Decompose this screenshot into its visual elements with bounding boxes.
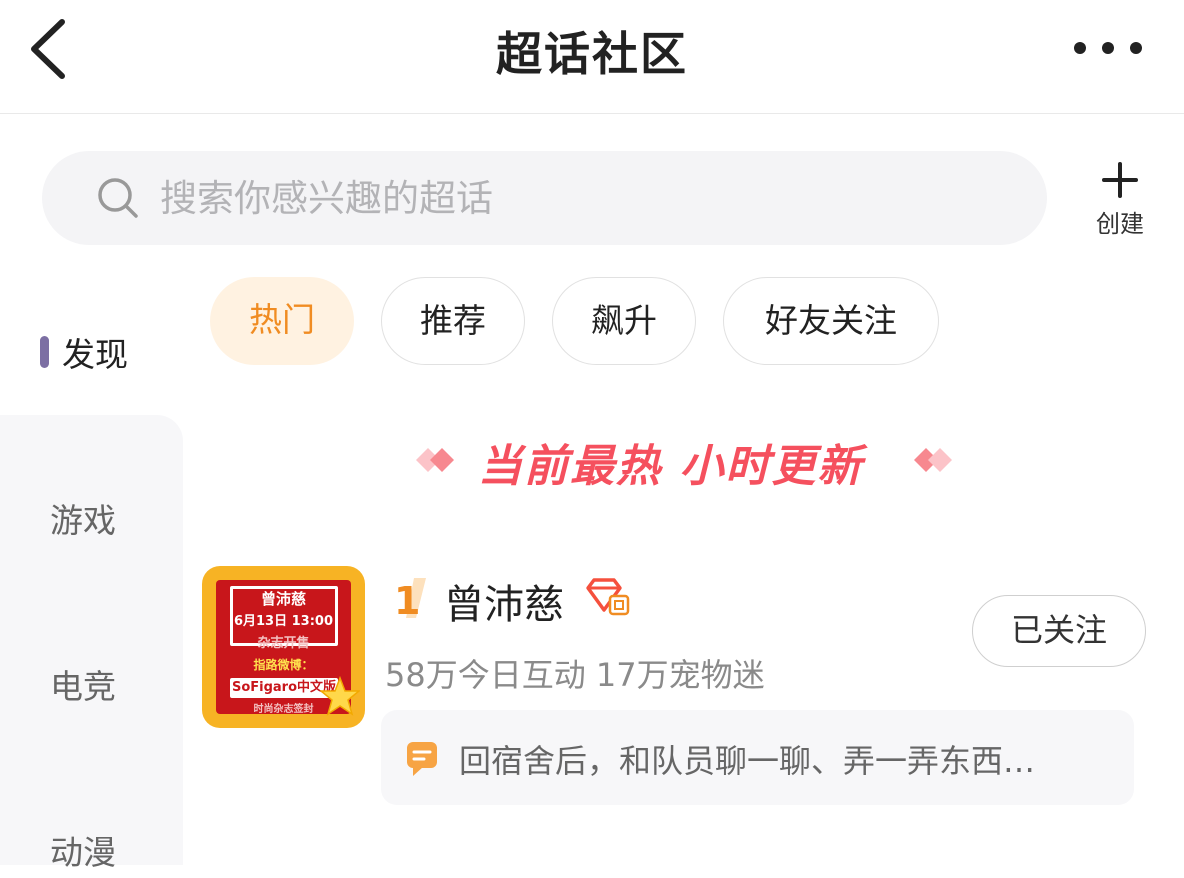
sidebar-item-label: 电竞 — [50, 667, 116, 706]
tab-recommended[interactable]: 推荐 — [381, 277, 525, 365]
post-preview-text: 回宿舍后，和队员聊一聊、弄一弄东西… — [459, 742, 1036, 780]
category-sidebar: 发现 游戏 电竞 动漫 — [0, 250, 183, 872]
ranking-banner: 当前最热 小时更新 — [410, 430, 970, 500]
thumbnail-text: 杂志开售 — [257, 636, 310, 651]
topic-name[interactable]: 曾沛慈 — [444, 572, 564, 630]
search-input[interactable] — [160, 168, 1020, 228]
sidebar-item-discover[interactable]: 发现 — [0, 320, 183, 380]
plus-icon — [1102, 162, 1138, 198]
tab-rising[interactable]: 飙升 — [552, 277, 696, 365]
active-indicator — [40, 336, 49, 368]
rank-number: 1 — [394, 579, 420, 620]
sidebar-item-anime[interactable]: 动漫 — [0, 818, 183, 878]
thumbnail-text: 曾沛慈 — [260, 590, 306, 608]
create-button[interactable]: 创建 — [1084, 160, 1156, 240]
diamond-decoration-icon — [914, 448, 952, 472]
chat-bubble-icon — [407, 742, 437, 776]
star-icon — [320, 676, 360, 716]
sidebar-background — [0, 415, 183, 865]
thumbnail-text: 6月13日 13:00 — [233, 614, 334, 629]
sidebar-item-games[interactable]: 游戏 — [0, 486, 183, 546]
sidebar-item-label: 发现 — [62, 335, 128, 374]
topic-thumbnail[interactable]: 曾沛慈 6月13日 13:00 杂志开售 指路微博： SoFigaro中文版 时… — [202, 566, 365, 728]
tab-friends-following[interactable]: 好友关注 — [723, 277, 939, 365]
diamond-level-badge-icon — [586, 578, 630, 616]
top-bar: 超话社区 — [0, 0, 1184, 114]
page-title: 超话社区 — [496, 27, 688, 81]
sidebar-item-label: 动漫 — [50, 833, 116, 872]
sidebar-item-esports[interactable]: 电竞 — [0, 652, 183, 712]
diamond-decoration-icon — [416, 448, 454, 472]
more-button[interactable] — [1072, 34, 1144, 62]
banner-title: 当前最热 小时更新 — [478, 441, 864, 492]
tab-hot[interactable]: 热门 — [210, 277, 354, 365]
sidebar-item-label: 游戏 — [50, 501, 116, 540]
topic-stats: 58万今日互动 17万宠物迷 — [385, 656, 765, 694]
search-icon — [98, 178, 138, 218]
following-button[interactable]: 已关注 — [972, 595, 1146, 667]
more-horizontal-icon — [1074, 42, 1142, 54]
latest-post-preview[interactable]: 回宿舍后，和队员聊一聊、弄一弄东西… — [381, 710, 1134, 805]
thumbnail-text: 指路微博： — [253, 658, 314, 672]
create-label: 创建 — [1096, 210, 1144, 238]
rank-badge: 1 — [394, 578, 426, 620]
